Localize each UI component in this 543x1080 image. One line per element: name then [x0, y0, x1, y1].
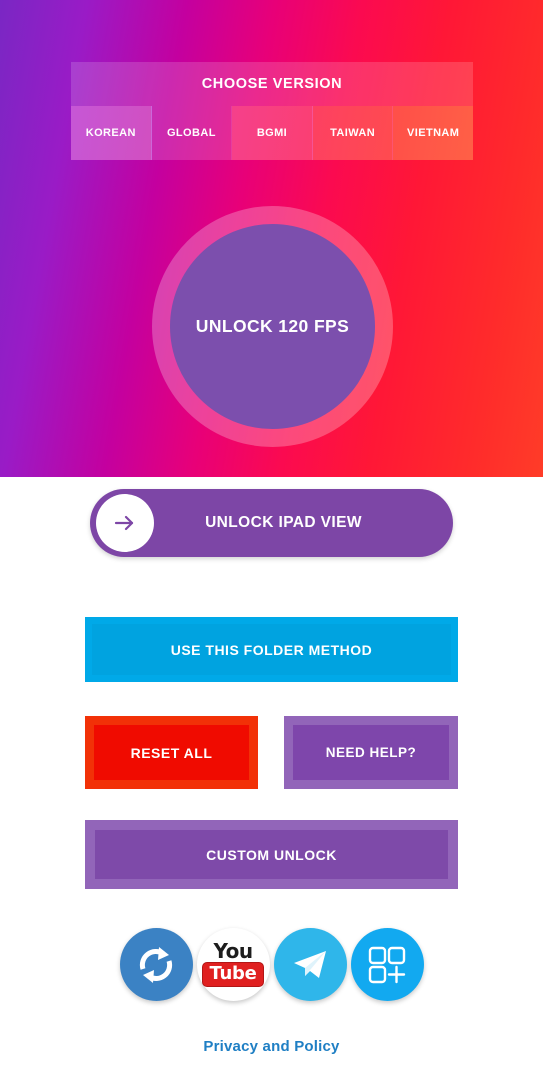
version-selector-panel: CHOOSE VERSION KOREAN GLOBAL BGMI TAIWAN…	[71, 62, 473, 160]
version-tab-label: TAIWAN	[330, 127, 376, 139]
unlock-ipad-view-label: UNLOCK IPAD VIEW	[205, 514, 362, 531]
youtube-icon[interactable]: You Tube	[196, 928, 270, 1001]
unlock-fps-button[interactable]: UNLOCK 120 FPS	[152, 206, 393, 447]
social-links-row: You Tube	[0, 928, 543, 1001]
version-tab-label: VIETNAM	[407, 127, 460, 139]
use-folder-method-label: USE THIS FOLDER METHOD	[170, 641, 373, 658]
more-apps-icon[interactable]	[350, 928, 424, 1001]
need-help-button-inner: NEED HELP?	[293, 725, 449, 780]
custom-unlock-label: CUSTOM UNLOCK	[206, 846, 337, 863]
custom-unlock-button-inner: CUSTOM UNLOCK	[95, 830, 448, 879]
use-folder-method-button[interactable]: USE THIS FOLDER METHOD	[85, 617, 458, 682]
need-help-button[interactable]: NEED HELP?	[284, 716, 458, 789]
version-tab-label: BGMI	[256, 127, 288, 139]
youtube-text-bottom: Tube	[202, 962, 264, 987]
arrow-right-icon	[96, 494, 154, 552]
version-tab-korean[interactable]: KOREAN	[71, 106, 152, 160]
custom-unlock-button[interactable]: CUSTOM UNLOCK	[85, 820, 458, 889]
version-selector-title: CHOOSE VERSION	[201, 76, 343, 92]
need-help-label: NEED HELP?	[325, 745, 417, 760]
version-tab-taiwan[interactable]: TAIWAN	[312, 106, 394, 160]
hero-gradient-panel: CHOOSE VERSION KOREAN GLOBAL BGMI TAIWAN…	[0, 0, 543, 477]
version-tab-bgmi[interactable]: BGMI	[232, 106, 313, 160]
reset-all-button-inner: RESET ALL	[94, 725, 249, 780]
version-tab-list: KOREAN GLOBAL BGMI TAIWAN VIETNAM	[71, 106, 473, 160]
youtube-text-top: You	[213, 939, 253, 963]
unlock-ipad-view-button[interactable]: UNLOCK IPAD VIEW	[90, 489, 453, 557]
version-tab-label: KOREAN	[85, 127, 136, 139]
unlock-fps-button-core: UNLOCK 120 FPS	[170, 224, 375, 429]
version-tab-label: GLOBAL	[166, 127, 216, 139]
sync-icon[interactable]	[119, 928, 193, 1001]
telegram-icon[interactable]	[273, 928, 347, 1001]
unlock-fps-label: UNLOCK 120 FPS	[195, 316, 350, 336]
reset-all-button[interactable]: RESET ALL	[85, 716, 258, 789]
privacy-policy-link[interactable]: Privacy and Policy	[0, 1038, 543, 1055]
reset-all-label: RESET ALL	[130, 744, 213, 761]
version-tab-vietnam[interactable]: VIETNAM	[393, 106, 473, 160]
version-tab-global[interactable]: GLOBAL	[152, 106, 233, 160]
